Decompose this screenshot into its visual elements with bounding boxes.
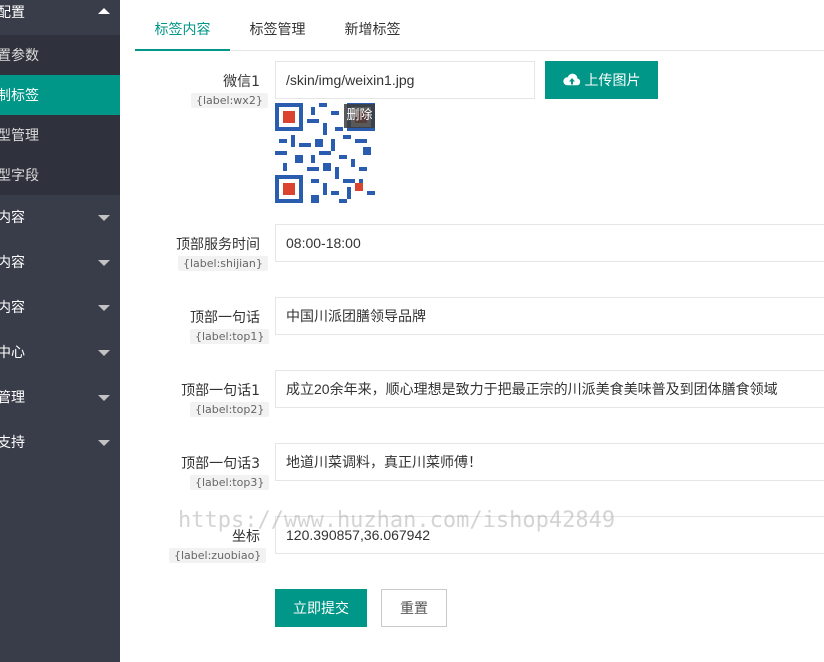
tab-tag-manage[interactable]: 标签管理 — [235, 0, 320, 50]
zuobiao-tag: {label:zuobiao} — [169, 548, 267, 563]
sidebar-group-label: 内容 — [0, 210, 25, 226]
tab-bar: 标签内容 标签管理 新增标签 — [135, 0, 824, 51]
zuobiao-label: 坐标 — [232, 529, 260, 545]
chevron-down-icon — [98, 350, 110, 356]
tab-add-tag[interactable]: 新增标签 — [330, 0, 415, 50]
top3-label: 顶部一句话3 — [181, 456, 260, 472]
submit-button[interactable]: 立即提交 — [275, 589, 367, 627]
tab-tag-content[interactable]: 标签内容 — [135, 0, 230, 51]
chevron-down-icon — [98, 260, 110, 266]
sidebar-group-config[interactable]: 配置 — [0, 0, 120, 35]
sidebar-item-model-manage[interactable]: 型管理 — [0, 115, 120, 155]
cloud-upload-icon — [562, 73, 580, 86]
sidebar-item-label: 型字段 — [0, 168, 39, 184]
top1-tag: {label:top1} — [190, 329, 270, 344]
top2-input[interactable] — [275, 370, 824, 408]
chevron-down-icon — [98, 215, 110, 221]
upload-label: 上传图片 — [584, 72, 641, 88]
sidebar-item-label: 型管理 — [0, 128, 39, 144]
sidebar-item-label: 置参数 — [0, 48, 39, 64]
top1-input[interactable] — [275, 297, 824, 335]
top3-tag: {label:top3} — [190, 475, 270, 490]
wx-tag: {label:wx2} — [191, 93, 268, 108]
upload-image-button[interactable]: 上传图片 — [545, 61, 658, 99]
sidebar-item-params[interactable]: 置参数 — [0, 35, 120, 75]
delete-image-button[interactable]: 删除 — [344, 104, 375, 128]
sidebar-group-label: 支持 — [0, 435, 25, 451]
sidebar-group-label: 配置 — [0, 5, 25, 21]
top3-input[interactable] — [275, 443, 824, 481]
zuobiao-input[interactable] — [275, 516, 824, 554]
sidebar-group-label: 中心 — [0, 345, 25, 361]
shijian-tag: {label:shijian} — [178, 256, 268, 271]
sidebar: 配置 置参数 制标签 型管理 型字段 内容 内容 内容 中心 管理 支持 — [0, 0, 120, 662]
wx-image-path-input[interactable] — [275, 61, 535, 99]
top2-label: 顶部一句话1 — [181, 383, 260, 399]
sidebar-group-center[interactable]: 中心 — [0, 330, 120, 375]
top2-tag: {label:top2} — [190, 402, 270, 417]
chevron-up-icon — [98, 8, 110, 14]
top1-label: 顶部一句话 — [190, 310, 260, 326]
sidebar-item-label: 制标签 — [0, 88, 39, 104]
sidebar-group-label: 内容 — [0, 255, 25, 271]
reset-button[interactable]: 重置 — [381, 589, 447, 627]
sidebar-group-label: 内容 — [0, 300, 25, 316]
shijian-input[interactable] — [275, 224, 824, 262]
chevron-down-icon — [98, 440, 110, 446]
sidebar-group-label: 管理 — [0, 390, 25, 406]
sidebar-item-model-fields[interactable]: 型字段 — [0, 155, 120, 195]
shijian-label: 顶部服务时间 — [176, 237, 260, 253]
wx-label: 微信1 — [223, 74, 260, 90]
